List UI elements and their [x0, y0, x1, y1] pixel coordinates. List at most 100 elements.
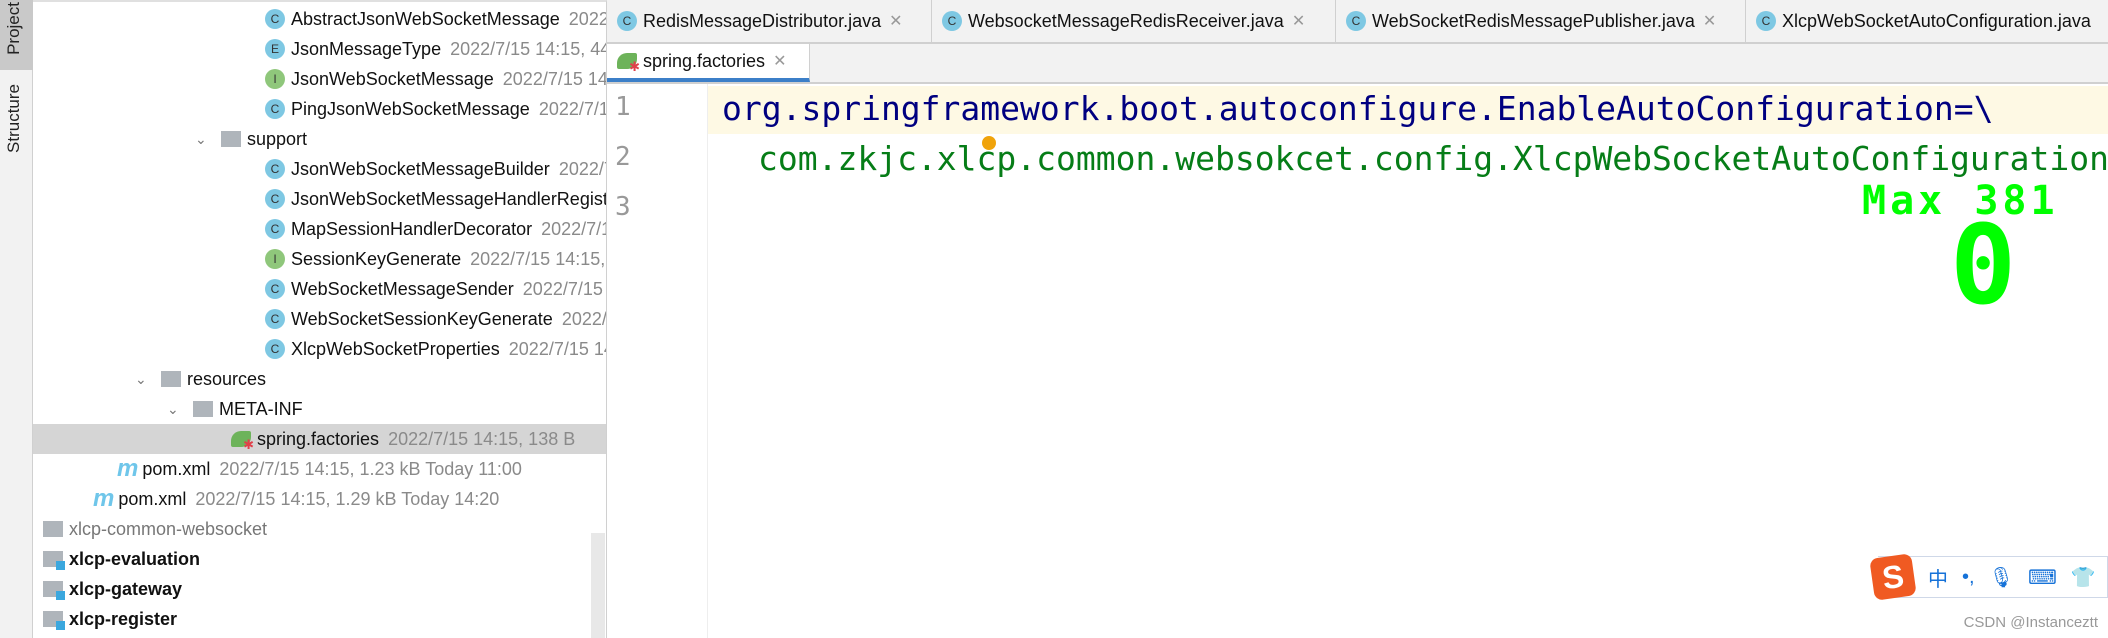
code-line-1[interactable]: org.springframework.boot.autoconfigure.E…	[722, 89, 1994, 128]
code-line-2[interactable]: com.zkjc.xlcp.common.websokcet.config.Xl…	[758, 139, 2108, 178]
line-number: 1	[615, 92, 631, 122]
close-icon[interactable]: ✕	[1292, 11, 1305, 31]
item-label: WebSocketMessageSender	[291, 278, 514, 299]
item-meta: 2022/7/15	[522, 278, 603, 299]
interface-icon: I	[265, 69, 285, 89]
tab-spring-factories[interactable]: spring.factories ✕	[607, 44, 810, 82]
tree-item[interactable]: C XlcpWebSocketProperties 2022/7/15 14	[33, 334, 607, 364]
spring-icon	[617, 53, 640, 75]
close-icon[interactable]: ✕	[773, 51, 786, 71]
tab-label: RedisMessageDistributor.java	[643, 10, 882, 31]
item-label: spring.factories	[257, 428, 380, 449]
item-meta: 2022/7/15 14:15, 38	[470, 248, 606, 269]
editor-tabs-row2: spring.factories ✕	[607, 44, 2108, 84]
sogou-logo-icon[interactable]: S	[1869, 553, 1917, 601]
tree-item[interactable]: m pom.xml 2022/7/15 14:15, 1.23 kB Today 1…	[33, 454, 606, 484]
project-tree: C AbstractJsonWebSocketMessage 2022/7/15 1…	[33, 0, 607, 638]
tree-item[interactable]: C AbstractJsonWebSocketMessage 2022/7/15 1…	[33, 4, 607, 34]
tree-item[interactable]: m pom.xml 2022/7/15 14:15, 1.29 kB Today 1…	[33, 484, 606, 514]
close-icon[interactable]: ✕	[1703, 11, 1716, 31]
keyboard-icon[interactable]: ⌨	[2028, 565, 2057, 590]
class-icon: C	[265, 9, 285, 29]
item-label: SessionKeyGenerate	[291, 248, 462, 269]
item-label: pom.xml	[142, 458, 211, 479]
property-key: org.springframework.boot.autoconfigure.E…	[722, 89, 1954, 128]
spring-icon	[231, 431, 254, 453]
module-icon	[43, 581, 65, 600]
item-label: WebSocketSessionKeyGenerate	[291, 308, 553, 329]
tab-xlcp-websocket-auto-configuration[interactable]: C XlcpWebSocketAutoConfiguration.java	[1746, 0, 2108, 42]
ime-toolbar: S 中 •, 🎙 ⌨ 👕	[1869, 553, 2108, 601]
item-meta: 2022/7/15	[538, 98, 606, 119]
tree-item[interactable]: C JsonWebSocketMessageBuilder 2022/7/15	[33, 154, 606, 184]
tree-module[interactable]: xlcp-gateway	[33, 574, 606, 604]
tree-folder-support[interactable]: ⌄ support	[33, 124, 606, 154]
intention-bulb-icon[interactable]	[982, 136, 996, 150]
tree-module[interactable]: xlcp-register	[33, 604, 606, 634]
skin-icon[interactable]: 👕	[2071, 565, 2096, 590]
module-icon	[43, 551, 65, 570]
tree-item[interactable]: E JsonMessageType 2022/7/15 14:15, 445	[33, 34, 607, 64]
ime-punct-toggle[interactable]: •,	[1962, 566, 1975, 589]
structure-label: Structure	[4, 84, 23, 153]
class-icon: C	[265, 279, 285, 299]
tab-websocket-message-redis-receiver[interactable]: C WebsocketMessageRedisReceiver.java ✕	[932, 0, 1336, 42]
class-icon: C	[265, 99, 285, 119]
item-label: support	[247, 128, 308, 149]
class-icon: C	[265, 339, 285, 359]
tool-window-stripe: Project Structure	[0, 0, 33, 638]
tab-label: WebsocketMessageRedisReceiver.java	[968, 10, 1284, 31]
tree-folder-meta-inf[interactable]: ⌄ META-INF	[33, 394, 606, 424]
editor-tabs-row1: C RedisMessageDistributor.java ✕ C Websocke…	[607, 0, 2108, 44]
item-label: xlcp-gateway	[69, 578, 183, 599]
tree-folder-resources[interactable]: ⌄ resources	[33, 364, 606, 394]
item-label: JsonWebSocketMessageHandlerRegistry	[291, 188, 607, 209]
item-meta: 2022/7/15 14:15, 445	[450, 38, 607, 59]
module-icon	[43, 611, 65, 630]
item-label: AbstractJsonWebSocketMessage	[291, 8, 560, 29]
item-meta: 2022/7/15 14:15	[502, 68, 607, 89]
item-meta: 2022/7/15 14:15, 1.29 kB Today 14:20	[195, 488, 500, 509]
tree-module[interactable]: xlcp-common-websocket	[33, 514, 606, 544]
tree-item[interactable]: C MapSessionHandlerDecorator 2022/7/15	[33, 214, 606, 244]
resources-folder-icon	[161, 371, 181, 387]
tab-websocket-redis-message-publisher[interactable]: C WebSocketRedisMessagePublisher.java ✕	[1336, 0, 1746, 42]
maven-icon: m	[117, 455, 139, 482]
tree-item[interactable]: I JsonWebSocketMessage 2022/7/15 14:15	[33, 64, 607, 94]
tree-item[interactable]: I SessionKeyGenerate 2022/7/15 14:15, 38	[33, 244, 606, 274]
item-label: META-INF	[219, 398, 303, 419]
item-label: pom.xml	[118, 488, 187, 509]
tree-item[interactable]: C JsonWebSocketMessageHandlerRegistry	[33, 184, 607, 214]
class-icon: C	[265, 189, 285, 209]
tree-scrollbar[interactable]	[591, 533, 605, 638]
chevron-down-icon[interactable]: ⌄	[195, 131, 209, 148]
item-meta: 2022/7/15 14:15, 138 B	[388, 428, 576, 449]
class-icon: C	[265, 219, 285, 239]
tab-redis-message-distributor[interactable]: C RedisMessageDistributor.java ✕	[607, 0, 932, 42]
close-icon[interactable]: ✕	[889, 11, 902, 31]
item-label: MapSessionHandlerDecorator	[291, 218, 533, 239]
item-meta: 2022/7/15 14	[508, 338, 607, 359]
item-meta: 2022/7/15	[541, 218, 606, 239]
property-continuation: =\	[1953, 89, 1994, 128]
project-tool-button[interactable]: Project	[0, 0, 33, 70]
overlay-counter: 0	[1950, 201, 2017, 329]
tab-label: WebSocketRedisMessagePublisher.java	[1372, 10, 1695, 31]
item-meta: 2022/7/15 14:15	[568, 8, 607, 29]
class-icon: C	[265, 309, 285, 329]
line-number: 3	[615, 192, 631, 222]
line-gutter: 1 2 3	[607, 84, 708, 638]
tree-item[interactable]: C WebSocketMessageSender 2022/7/15	[33, 274, 606, 304]
project-label: Project	[4, 2, 23, 55]
tree-item-selected[interactable]: spring.factories 2022/7/15 14:15, 138 B	[33, 424, 606, 454]
chevron-down-icon[interactable]: ⌄	[167, 401, 181, 418]
mic-icon[interactable]: 🎙	[1989, 565, 2014, 590]
tree-module[interactable]: xlcp-evaluation	[33, 544, 606, 574]
item-meta: 2022/7/15	[561, 308, 607, 329]
tree-item[interactable]: C PingJsonWebSocketMessage 2022/7/15	[33, 94, 606, 124]
chevron-down-icon[interactable]: ⌄	[135, 371, 149, 388]
tree-item[interactable]: C WebSocketSessionKeyGenerate 2022/7/15	[33, 304, 607, 334]
ime-lang-toggle[interactable]: 中	[1928, 563, 1948, 592]
item-meta: 2022/7/15	[558, 158, 606, 179]
item-label: resources	[187, 368, 267, 389]
